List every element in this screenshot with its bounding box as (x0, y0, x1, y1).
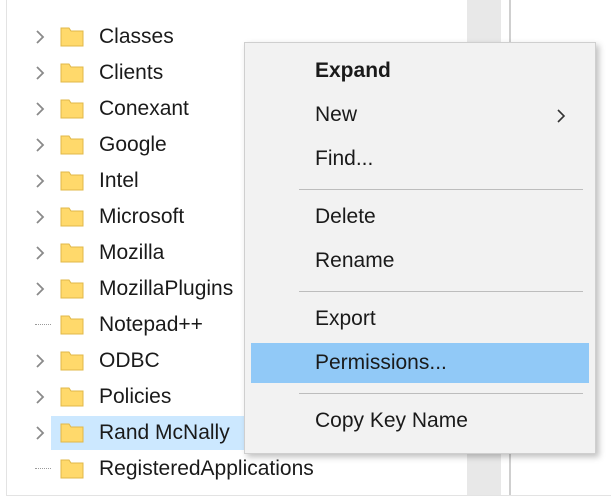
chevron-right-icon[interactable] (31, 100, 49, 118)
tree-item-label: Conexant (99, 97, 189, 120)
folder-icon (60, 27, 84, 47)
menu-item-label: Permissions... (315, 351, 447, 374)
menu-item-permissions[interactable]: Permissions... (251, 343, 589, 383)
tree-item-label: Intel (99, 169, 139, 192)
menu-item-label: Delete (315, 205, 376, 228)
tree-item-label: Mozilla (99, 241, 165, 264)
menu-item-label: New (315, 103, 358, 126)
menu-separator (299, 189, 583, 190)
chevron-right-icon[interactable] (31, 208, 49, 226)
chevron-right-icon[interactable] (31, 352, 49, 370)
tree-item-label: Classes (99, 25, 174, 48)
tree-item-selected[interactable]: Rand McNally (36, 416, 251, 450)
menu-item-find[interactable]: Find... (251, 139, 589, 179)
chevron-right-icon[interactable] (31, 64, 49, 82)
chevron-right-icon (557, 109, 566, 123)
menu-item-export[interactable]: Export (251, 299, 589, 339)
folder-icon (60, 459, 84, 479)
tree-item-label: Rand McNally (99, 421, 230, 444)
menu-item-label: Find... (315, 147, 374, 170)
tree-item-label: MozillaPlugins (99, 277, 234, 300)
folder-icon (60, 315, 84, 335)
tree-connector-line (35, 324, 51, 327)
folder-icon (60, 63, 84, 83)
folder-icon (60, 207, 84, 227)
menu-item-rename[interactable]: Rename (251, 241, 589, 281)
tree-item-label: Clients (99, 61, 164, 84)
chevron-right-icon[interactable] (31, 424, 49, 442)
tree-item-label: Google (99, 133, 167, 156)
menu-item-expand[interactable]: Expand (251, 51, 589, 91)
tree-item-label: Notepad++ (99, 313, 203, 336)
folder-icon (60, 135, 84, 155)
chevron-right-icon[interactable] (31, 28, 49, 46)
tree-item-label: Microsoft (99, 205, 185, 228)
chevron-right-icon[interactable] (31, 172, 49, 190)
menu-item-label: Export (315, 307, 376, 330)
folder-icon (60, 279, 84, 299)
menu-item-label: Rename (315, 249, 395, 272)
menu-separator (299, 291, 583, 292)
chevron-right-icon[interactable] (31, 244, 49, 262)
chevron-right-icon[interactable] (31, 388, 49, 406)
tree-connector-line (35, 468, 51, 471)
tree-item-label: Policies (99, 385, 172, 408)
folder-icon (60, 387, 84, 407)
menu-item-new[interactable]: New (251, 95, 589, 135)
menu-separator (299, 393, 583, 394)
chevron-right-icon[interactable] (31, 280, 49, 298)
folder-icon (60, 423, 84, 443)
context-menu: Expand New Find... Delete Rename Export Permis… (244, 42, 596, 454)
chevron-right-icon[interactable] (31, 136, 49, 154)
folder-icon (60, 351, 84, 371)
menu-item-delete[interactable]: Delete (251, 197, 589, 237)
menu-item-copy-key-name[interactable]: Copy Key Name (251, 401, 589, 441)
menu-item-label: Expand (315, 59, 391, 82)
tree-item-label: RegisteredApplications (99, 457, 314, 480)
folder-icon (60, 99, 84, 119)
menu-item-label: Copy Key Name (315, 409, 468, 432)
folder-icon (60, 243, 84, 263)
tree-item[interactable]: RegisteredApplications (7, 452, 337, 486)
tree-item-label: ODBC (99, 349, 160, 372)
folder-icon (60, 171, 84, 191)
